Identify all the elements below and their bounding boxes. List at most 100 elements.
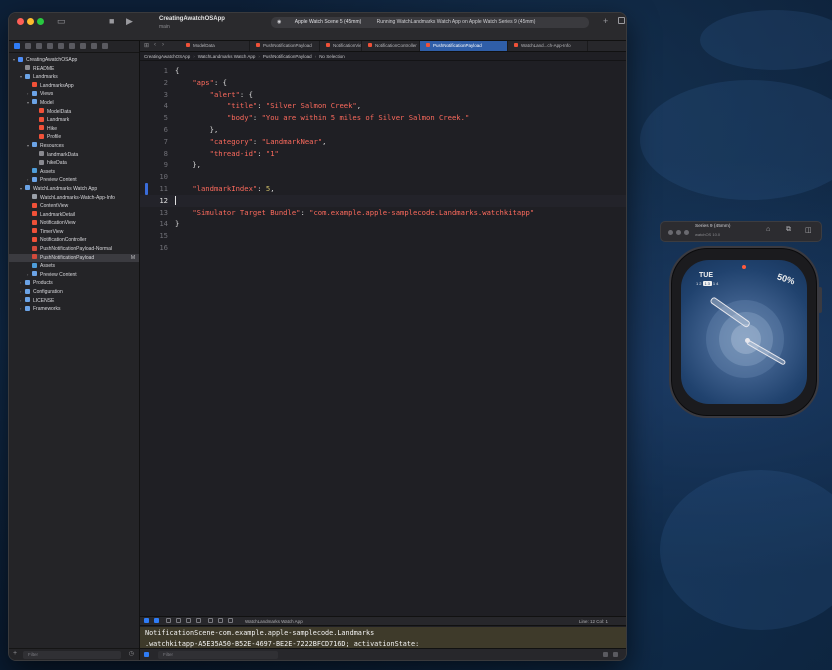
line-number[interactable]: 13 (154, 207, 168, 219)
code-text[interactable]: }, (175, 124, 219, 136)
editor-tab[interactable]: WatchLand...ch-App-Info (508, 41, 588, 51)
step-in-icon[interactable] (186, 618, 191, 623)
code-line[interactable]: 6 }, (140, 124, 626, 136)
navigator-item[interactable]: ContentView (9, 202, 139, 211)
minimize-simulator-button[interactable] (676, 230, 681, 235)
code-line[interactable]: 3 "alert": { (140, 89, 626, 101)
navigator-item[interactable]: Profile (9, 133, 139, 142)
navigator-item[interactable]: ▾ Model (9, 99, 139, 108)
step-over-icon[interactable] (176, 618, 181, 623)
navigator-item[interactable]: LandmarksApp (9, 82, 139, 91)
code-line[interactable]: 8 "thread-id": "1" (140, 148, 626, 160)
navigator-item[interactable]: NotificationView (9, 219, 139, 228)
code-text[interactable]: "Simulator Target Bundle": "com.example.… (175, 207, 534, 219)
close-window-button[interactable] (17, 18, 24, 25)
breakpoint-icon[interactable] (91, 43, 97, 49)
breakpoints-toggle-icon[interactable] (154, 618, 159, 623)
pause-icon[interactable] (166, 618, 171, 623)
navigator-item[interactable]: Assets (9, 168, 139, 177)
navigator-item[interactable]: landmarkData (9, 151, 139, 160)
line-number[interactable]: 9 (154, 159, 168, 171)
line-number[interactable]: 6 (154, 124, 168, 136)
add-file-icon[interactable]: + (13, 650, 17, 657)
line-number[interactable]: 10 (154, 171, 168, 183)
code-text[interactable]: }, (175, 159, 201, 171)
navigator-item[interactable]: ▾ CreatingAwatchOSApp (9, 56, 139, 65)
navigator-item[interactable]: › Products (9, 279, 139, 288)
navigator-item[interactable]: PushNotificationPayload-Normal (9, 245, 139, 254)
jump-bar[interactable]: CreatingAwatchOSApp › WatchLandmarks Watch… (140, 52, 626, 61)
editor-tab[interactable]: NotificationController (362, 41, 420, 51)
code-line[interactable]: 5 "body": "You are within 5 miles of Sil… (140, 112, 626, 124)
sidebar-toggle-icon[interactable]: ▭ (57, 16, 66, 27)
code-line[interactable]: 16 (140, 242, 626, 254)
navigator-item[interactable]: hikeData (9, 159, 139, 168)
debug-icon[interactable] (80, 43, 86, 49)
digital-crown[interactable] (818, 287, 822, 313)
line-number[interactable]: 2 (154, 77, 168, 89)
add-icon[interactable]: + (603, 16, 608, 26)
breadcrumb-item[interactable]: CreatingAwatchOSApp (144, 54, 190, 59)
line-number[interactable]: 7 (154, 136, 168, 148)
find-icon[interactable] (47, 43, 53, 49)
symbol-icon[interactable] (36, 43, 42, 49)
navigator-item[interactable]: › Preview Content (9, 176, 139, 185)
editor-tab[interactable]: PushNotificationPayload (420, 41, 508, 51)
watch-face[interactable]: TUE 12 13 14 50% (681, 260, 807, 404)
editor-tab[interactable]: NotificationView (320, 41, 362, 51)
code-text[interactable]: "landmarkIndex": 5, (175, 183, 274, 195)
zoom-simulator-button[interactable] (684, 230, 689, 235)
code-text[interactable]: { (175, 65, 179, 77)
step-out-icon[interactable] (196, 618, 201, 623)
screenshot-icon[interactable]: ⧉ (786, 226, 791, 234)
folder-icon[interactable] (14, 43, 20, 49)
line-number[interactable]: 8 (154, 148, 168, 160)
line-number[interactable]: 3 (154, 89, 168, 101)
location-icon[interactable] (228, 618, 233, 623)
navigator-item[interactable]: README (9, 65, 139, 74)
filter-options-icon[interactable]: ◷ (129, 650, 134, 657)
run-icon[interactable]: ▶ (126, 16, 133, 27)
code-text[interactable]: "body": "You are within 5 miles of Silve… (175, 112, 469, 124)
code-line[interactable]: 7 "category": "LandmarkNear", (140, 136, 626, 148)
report-icon[interactable] (102, 43, 108, 49)
close-simulator-button[interactable] (668, 230, 673, 235)
navigator-item[interactable]: TimerView (9, 228, 139, 237)
source-control-icon[interactable] (25, 43, 31, 49)
breadcrumb-item[interactable]: PushNotificationPayload (263, 54, 312, 59)
test-icon[interactable] (69, 43, 75, 49)
change-indicator[interactable] (145, 183, 148, 195)
code-line[interactable]: 11 "landmarkIndex": 5, (140, 183, 626, 195)
memory-graph-icon[interactable] (218, 618, 223, 623)
line-number[interactable]: 16 (154, 242, 168, 254)
navigator-item[interactable]: ModelData (9, 108, 139, 117)
stop-icon[interactable]: ■ (109, 16, 114, 26)
forward-icon[interactable]: › (162, 42, 164, 48)
back-icon[interactable]: ‹ (154, 42, 156, 48)
navigator-item[interactable]: ▾ WatchLandmarks Watch App (9, 185, 139, 194)
breadcrumb-item[interactable]: No Selection (319, 54, 345, 59)
editor-tab[interactable]: PushNotificationPayload (250, 41, 320, 51)
variables-view-icon[interactable] (144, 652, 149, 657)
line-number[interactable]: 5 (154, 112, 168, 124)
code-line[interactable]: 15 (140, 230, 626, 242)
code-line[interactable]: 14} (140, 218, 626, 230)
navigator-item[interactable]: WatchLandmarks-Watch-App-Info (9, 194, 139, 203)
code-line[interactable]: 9 }, (140, 159, 626, 171)
code-line[interactable]: 1{ (140, 65, 626, 77)
navigator-item[interactable]: ▾ Resources (9, 142, 139, 151)
navigator-item[interactable]: › LICENSE (9, 297, 139, 306)
line-number[interactable]: 12 (154, 195, 168, 207)
navigator-item[interactable]: ▾ Landmarks (9, 73, 139, 82)
navigator-item[interactable]: › Views (9, 90, 139, 99)
minimize-window-button[interactable] (27, 18, 34, 25)
editor-tab[interactable]: ModelData (180, 41, 250, 51)
navigator-item[interactable]: Assets (9, 262, 139, 271)
console-filter-input[interactable]: Filter (158, 651, 278, 659)
code-line[interactable]: 13 "Simulator Target Bundle": "com.examp… (140, 207, 626, 219)
trash-icon[interactable] (603, 652, 608, 657)
navigator-item[interactable]: Hike (9, 125, 139, 134)
code-text[interactable]: "category": "LandmarkNear", (175, 136, 327, 148)
zoom-window-button[interactable] (37, 18, 44, 25)
navigator-item[interactable]: › Preview Content (9, 271, 139, 280)
